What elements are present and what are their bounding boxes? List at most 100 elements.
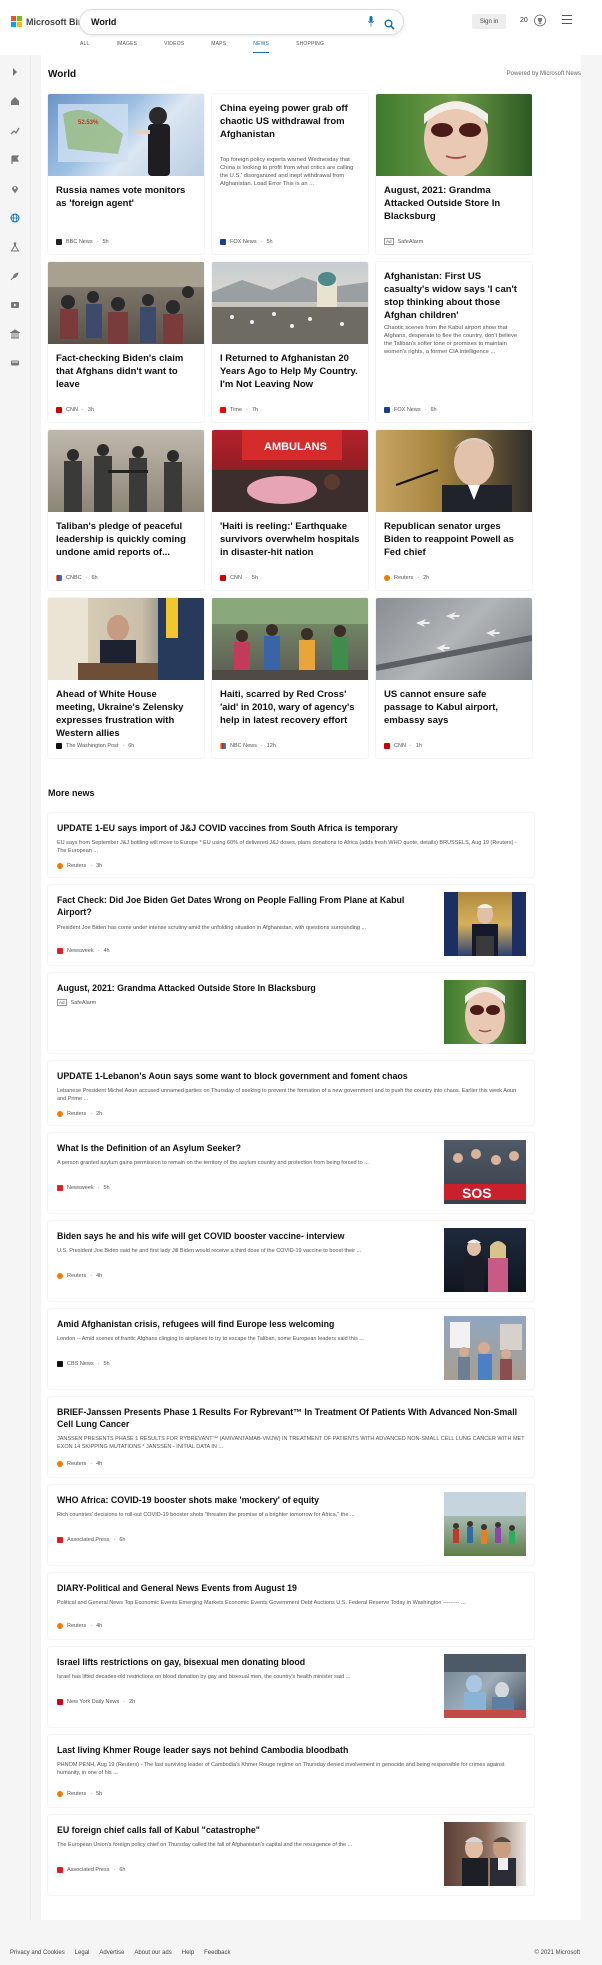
source-time: 6h [119,1537,126,1543]
news-item-title[interactable]: UPDATE 1-EU says import of J&J COVID vac… [57,822,517,834]
ad-item-title[interactable]: August, 2021: Grandma Attacked Outside S… [57,982,417,994]
news-card-source: FOX News · 5h [220,239,273,245]
news-card[interactable]: China eyeing power grab off chaotic US w… [212,94,368,254]
tab-shopping[interactable]: SHOPPING [296,41,324,53]
reuters-logo-icon [57,863,63,869]
legal-link[interactable]: Legal [75,1950,90,1956]
science-icon[interactable] [10,242,20,252]
news-card-title[interactable]: Republican senator urges Biden to reappo… [384,520,526,559]
news-list-item[interactable]: UPDATE 1-EU says import of J&J COVID vac… [48,813,534,877]
news-list-item[interactable]: WHO Africa: COVID-19 booster shots make … [48,1485,534,1565]
ad-card[interactable]: August, 2021: Grandma Attacked Outside S… [376,94,532,254]
news-list-item[interactable]: EU foreign chief calls fall of Kabul "ca… [48,1815,534,1895]
ad-card-title[interactable]: August, 2021: Grandma Attacked Outside S… [384,184,526,223]
menu-icon[interactable] [562,15,572,24]
news-card[interactable]: AMBULANS 'Haiti is reeling:' Earthquake … [212,430,368,590]
news-card[interactable]: Fact-checking Biden's claim that Afghans… [48,262,204,422]
news-card[interactable]: Republican senator urges Biden to reappo… [376,430,532,590]
tab-videos[interactable]: VIDEOS [164,41,184,53]
news-list-item[interactable]: DIARY-Political and General News Events … [48,1573,534,1639]
entertainment-icon[interactable] [10,300,20,310]
news-list-item[interactable]: Amid Afghanistan crisis, refugees will f… [48,1309,534,1389]
news-list-item[interactable]: Fact Check: Did Joe Biden Get Dates Wron… [48,885,534,965]
news-list-item[interactable]: What Is the Definition of an Asylum Seek… [48,1133,534,1213]
news-item-title[interactable]: EU foreign chief calls fall of Kabul "ca… [57,1824,417,1836]
time-separator: · [409,743,412,749]
news-card-title[interactable]: Fact-checking Biden's claim that Afghans… [56,352,198,391]
time-separator: · [90,1623,93,1629]
ad-list-item[interactable]: August, 2021: Grandma Attacked Outside S… [48,973,534,1053]
news-card[interactable]: 52.53% Russia names vote monitors as 'fo… [48,94,204,254]
news-card-title[interactable]: Haiti, scarred by Red Cross' 'aid' in 20… [220,688,362,727]
help-link[interactable]: Help [182,1950,194,1956]
tab-all[interactable]: ALL [80,41,90,53]
tab-news[interactable]: NEWS [253,41,270,53]
news-item-title[interactable]: BRIEF-Janssen Presents Phase 1 Results F… [57,1406,527,1430]
flag-icon[interactable] [10,155,20,165]
news-item-title[interactable]: Amid Afghanistan crisis, refugees will f… [57,1318,417,1330]
video-icon[interactable] [10,358,20,368]
news-card-source: Reuters · 2h [384,575,429,581]
trending-icon[interactable] [10,126,20,136]
news-item-source: Newsweek · 5h [57,1185,110,1191]
rewards-trophy-icon[interactable] [534,14,546,27]
news-card[interactable]: Afghanistan: First US casualty's widow s… [376,262,532,422]
search-input[interactable]: World [91,17,366,27]
news-card-title[interactable]: US cannot ensure safe passage to Kabul a… [384,688,526,727]
news-card-title[interactable]: Russia names vote monitors as 'foreign a… [56,184,198,210]
search-icon[interactable] [384,17,395,30]
news-item-title[interactable]: Biden says he and his wife will get COVI… [57,1230,417,1242]
news-list-item[interactable]: UPDATE 1-Lebanon's Aoun says some want t… [48,1061,534,1125]
news-item-title[interactable]: WHO Africa: COVID-19 booster shots make … [57,1494,417,1506]
section-title: World [48,69,77,80]
tab-maps[interactable]: MAPS [211,41,226,53]
news-item-title[interactable]: UPDATE 1-Lebanon's Aoun says some want t… [57,1070,517,1082]
news-card-title[interactable]: Ahead of White House meeting, Ukraine's … [56,688,198,740]
source-time: 5h [103,1361,110,1367]
news-item-title[interactable]: What Is the Definition of an Asylum Seek… [57,1142,417,1154]
news-list-item[interactable]: BRIEF-Janssen Presents Phase 1 Results F… [48,1397,534,1477]
new-york-daily-news-logo-icon [57,1699,63,1705]
news-list-item[interactable]: Biden says he and his wife will get COVI… [48,1221,534,1301]
about-ads-link[interactable]: About our ads [134,1950,171,1956]
home-icon[interactable] [10,96,20,106]
news-card[interactable]: Haiti, scarred by Red Cross' 'aid' in 20… [212,598,368,758]
source-time: 12h [266,743,276,749]
news-item-title[interactable]: Last living Khmer Rouge leader says not … [57,1744,517,1756]
news-card-title[interactable]: 'Haiti is reeling:' Earthquake survivors… [220,520,362,559]
source-time: 7h [251,407,258,413]
news-card[interactable]: US cannot ensure safe passage to Kabul a… [376,598,532,758]
business-icon[interactable] [10,329,20,339]
news-card-title[interactable]: I Returned to Afghanistan 20 Years Ago t… [220,352,362,391]
microphone-icon[interactable] [366,16,376,28]
news-card[interactable]: Ahead of White House meeting, Ukraine's … [48,598,204,758]
associated-press-logo-icon [57,1537,63,1543]
search-box[interactable]: World [80,10,403,34]
source-name: Reuters [67,1461,87,1467]
news-list-item[interactable]: Last living Khmer Rouge leader says not … [48,1735,534,1807]
tab-images[interactable]: IMAGES [117,41,138,53]
news-card-title[interactable]: Afghanistan: First US casualty's widow s… [384,270,526,322]
expand-rail-icon[interactable] [10,67,20,77]
rewards-points[interactable]: 20 [520,17,528,24]
feedback-link[interactable]: Feedback [204,1950,230,1956]
news-item-title[interactable]: Fact Check: Did Joe Biden Get Dates Wron… [57,894,417,918]
advertise-link[interactable]: Advertise [99,1950,124,1956]
world-globe-icon[interactable] [10,213,20,223]
news-item-title[interactable]: DIARY-Political and General News Events … [57,1582,517,1594]
privacy-link[interactable]: Privacy and Cookies [10,1950,65,1956]
news-item-snippet: A person granted asylum gains permission… [57,1160,369,1166]
bing-logo[interactable]: Microsoft Bing [11,16,89,27]
news-list-item[interactable]: Israel lifts restrictions on gay, bisexu… [48,1647,534,1727]
news-card-title[interactable]: China eyeing power grab off chaotic US w… [220,102,362,141]
news-card-title[interactable]: Taliban's pledge of peaceful leadership … [56,520,198,559]
news-item-title[interactable]: Israel lifts restrictions on gay, bisexu… [57,1656,417,1668]
news-card[interactable]: Taliban's pledge of peaceful leadership … [48,430,204,590]
location-icon[interactable] [10,184,20,194]
cbs-news-logo-icon [57,1361,63,1367]
sign-in-button[interactable]: Sign in [472,14,506,29]
source-name: Time [230,407,243,413]
news-card[interactable]: I Returned to Afghanistan 20 Years Ago t… [212,262,368,422]
ad-badge: Ad [384,238,394,245]
tech-rocket-icon[interactable] [10,271,20,281]
